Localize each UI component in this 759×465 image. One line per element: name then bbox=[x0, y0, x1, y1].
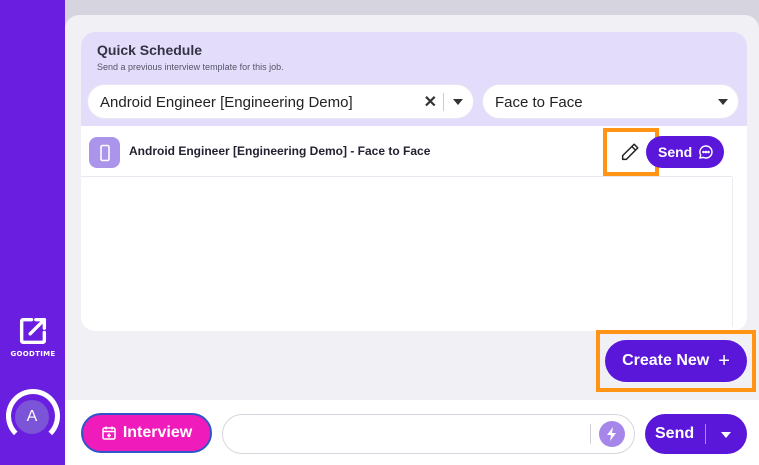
interview-type-select[interactable]: Face to Face bbox=[482, 84, 739, 119]
chevron-down-icon[interactable] bbox=[721, 432, 731, 438]
pencil-edit-icon[interactable] bbox=[619, 141, 641, 163]
message-input-wrapper bbox=[222, 414, 635, 454]
select-divider bbox=[443, 93, 444, 111]
interview-type-value: Face to Face bbox=[495, 94, 583, 111]
quick-schedule-card: Quick Schedule Send a previous interview… bbox=[81, 32, 747, 331]
message-input[interactable] bbox=[239, 423, 579, 445]
template-send-label: Send bbox=[658, 144, 693, 160]
clear-icon[interactable]: ✕ bbox=[424, 92, 437, 112]
interview-label: Interview bbox=[122, 424, 193, 441]
chevron-down-icon[interactable] bbox=[718, 99, 728, 105]
goodtime-launch-button[interactable]: GOODTIME bbox=[8, 314, 58, 364]
chat-bubble-icon bbox=[699, 145, 713, 159]
job-select-value: Android Engineer [Engineering Demo] bbox=[100, 94, 353, 111]
avatar[interactable]: A bbox=[15, 400, 49, 434]
send-split-divider bbox=[705, 424, 706, 444]
create-new-label: Create New bbox=[622, 352, 710, 369]
goodtime-label: GOODTIME bbox=[10, 350, 56, 358]
template-send-button[interactable]: Send bbox=[646, 136, 724, 168]
app-sidebar: GOODTIME A bbox=[0, 0, 65, 465]
input-divider bbox=[590, 424, 591, 444]
quick-schedule-subtitle: Send a previous interview template for t… bbox=[97, 62, 284, 72]
plus-icon: + bbox=[718, 349, 730, 372]
mobile-device-icon bbox=[89, 137, 120, 168]
chevron-down-icon[interactable] bbox=[453, 99, 463, 105]
quick-schedule-title: Quick Schedule bbox=[97, 42, 203, 58]
template-title: Android Engineer [Engineering Demo] - Fa… bbox=[129, 144, 431, 158]
interview-button[interactable]: Interview bbox=[81, 413, 212, 453]
calendar-add-icon bbox=[102, 426, 116, 440]
lightning-bolt-icon[interactable] bbox=[599, 421, 625, 447]
external-link-icon bbox=[19, 317, 47, 345]
send-button[interactable]: Send bbox=[655, 425, 694, 443]
job-select[interactable]: Android Engineer [Engineering Demo] ✕ bbox=[87, 84, 474, 119]
create-new-button[interactable]: Create New + bbox=[605, 340, 747, 382]
send-split-button: Send bbox=[645, 414, 747, 454]
list-scrollbar[interactable] bbox=[732, 177, 733, 327]
